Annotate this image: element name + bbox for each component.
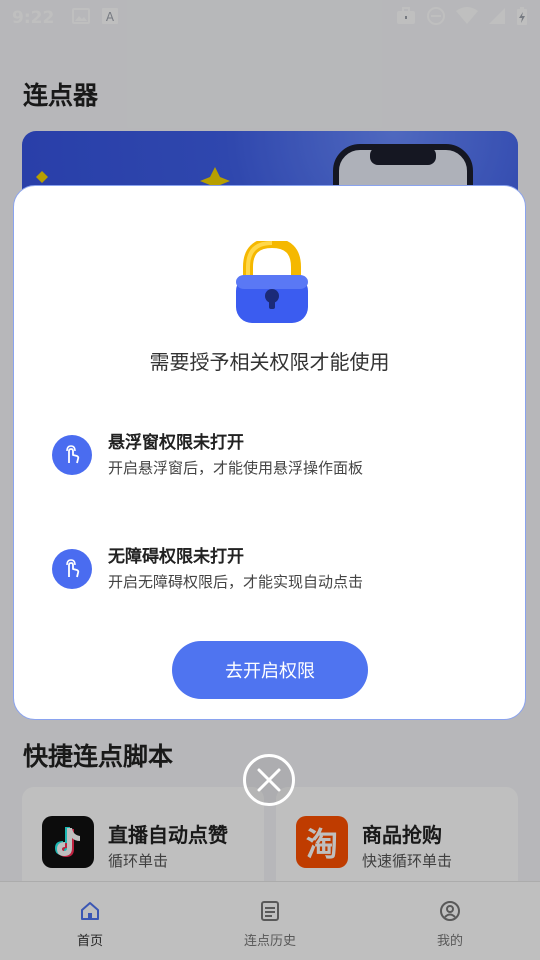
tap-hand-icon (52, 435, 92, 475)
permission-desc: 开启悬浮窗后，才能使用悬浮操作面板 (108, 459, 364, 477)
permission-item-accessibility: 无障碍权限未打开 开启无障碍权限后，才能实现自动点击 (52, 542, 492, 602)
close-dialog-button[interactable] (243, 754, 295, 806)
tap-hand-icon (52, 549, 92, 589)
enable-permissions-button[interactable]: 去开启权限 (172, 641, 368, 699)
lock-icon (234, 237, 310, 329)
close-icon (257, 768, 281, 792)
permission-item-floating-window: 悬浮窗权限未打开 开启悬浮窗后，才能使用悬浮操作面板 (52, 428, 492, 488)
permission-desc: 开启无障碍权限后，才能实现自动点击 (108, 573, 364, 591)
permission-title: 悬浮窗权限未打开 (108, 433, 244, 453)
dialog-title: 需要授予相关权限才能使用 (149, 350, 390, 374)
permission-dialog: 需要授予相关权限才能使用 悬浮窗权限未打开 开启悬浮窗后，才能使用悬浮操作面板 … (13, 185, 526, 720)
permission-title: 无障碍权限未打开 (108, 547, 244, 567)
